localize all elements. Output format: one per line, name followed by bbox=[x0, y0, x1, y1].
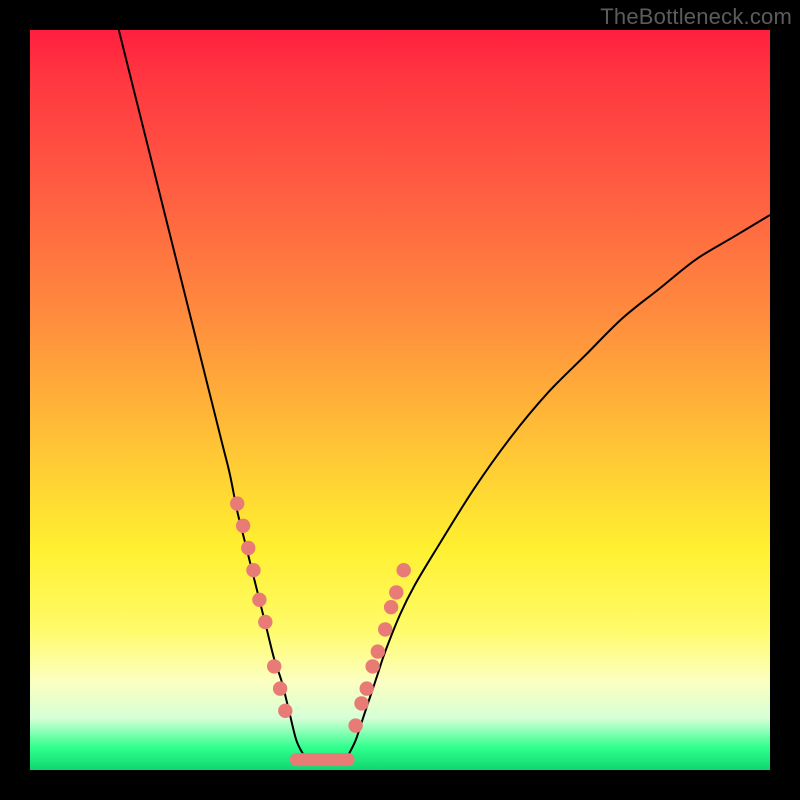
data-point bbox=[384, 600, 398, 614]
plot-area bbox=[30, 30, 770, 770]
data-point bbox=[252, 593, 266, 607]
data-point bbox=[378, 622, 392, 636]
series-left-branch bbox=[119, 30, 304, 755]
scatter-dots bbox=[230, 496, 411, 732]
data-point bbox=[273, 681, 287, 695]
data-point bbox=[365, 659, 379, 673]
data-point bbox=[354, 696, 368, 710]
data-point bbox=[258, 615, 272, 629]
data-point bbox=[246, 563, 260, 577]
data-point bbox=[230, 496, 244, 510]
data-point bbox=[371, 644, 385, 658]
series-right-branch bbox=[348, 215, 770, 755]
data-point bbox=[236, 519, 250, 533]
data-point bbox=[389, 585, 403, 599]
data-point bbox=[348, 718, 362, 732]
data-point bbox=[241, 541, 255, 555]
data-point bbox=[360, 681, 374, 695]
curve-svg bbox=[30, 30, 770, 770]
data-point bbox=[397, 563, 411, 577]
data-point bbox=[278, 704, 292, 718]
data-point bbox=[267, 659, 281, 673]
series-paths bbox=[119, 30, 770, 763]
chart-frame: TheBottleneck.com bbox=[0, 0, 800, 800]
watermark-text: TheBottleneck.com bbox=[600, 4, 792, 30]
